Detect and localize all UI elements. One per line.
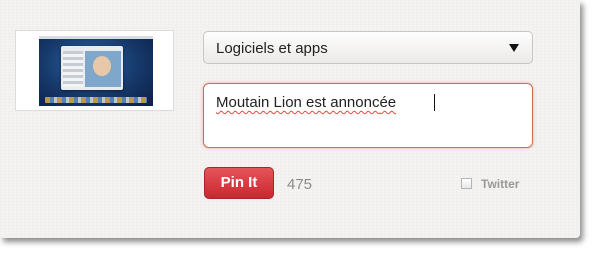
twitter-checkbox[interactable] — [461, 178, 472, 189]
thumbnail-window — [61, 46, 123, 90]
image-thumbnail-frame — [15, 30, 174, 111]
description-text-tail: ée — [379, 94, 397, 111]
thumbnail-face — [93, 56, 111, 76]
description-text: Moutain Lion est annoncée — [216, 94, 396, 111]
page-backdrop: Logiciels et apps Moutain Lion est annon… — [0, 0, 600, 259]
character-count: 475 — [287, 176, 313, 193]
description-textarea[interactable]: Moutain Lion est annoncée — [203, 83, 533, 148]
thumbnail-dock — [45, 97, 147, 103]
triangle-down-icon — [509, 44, 519, 52]
board-select-value: Logiciels et apps — [216, 40, 328, 57]
board-select[interactable]: Logiciels et apps — [203, 31, 533, 64]
text-caret — [434, 94, 435, 111]
description-text-main: Moutain Lion est annonc — [216, 94, 380, 111]
image-thumbnail — [39, 36, 153, 106]
thumbnail-menubar — [39, 36, 153, 39]
pin-it-button[interactable]: Pin It — [204, 167, 274, 199]
twitter-label[interactable]: Twitter — [481, 177, 519, 191]
pin-form-panel: Logiciels et apps Moutain Lion est annon… — [0, 0, 580, 238]
thumbnail-contact-list — [63, 51, 83, 87]
